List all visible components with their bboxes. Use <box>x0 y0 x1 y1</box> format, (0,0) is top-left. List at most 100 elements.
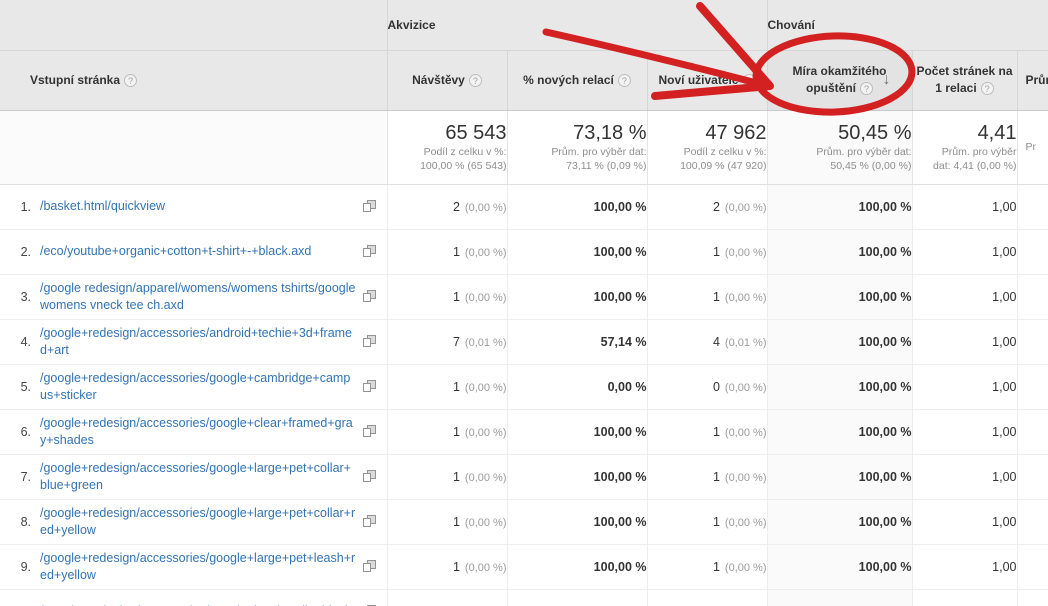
summary-visits-value: 65 543 <box>445 122 507 144</box>
row-bounce-rate-value: 100,00 % <box>858 559 912 574</box>
open-in-new-window-icon[interactable] <box>362 379 379 394</box>
landing-page-link[interactable]: /google+redesign/accessories/android+tec… <box>40 325 357 359</box>
row-new-sessions-pct-value: 100,00 % <box>593 559 647 574</box>
row-pages-per-session-value: 1,00 <box>992 559 1017 574</box>
table-row: 1. /basket.html/quickview 2 (0,00 %) 100,00 … <box>0 184 1048 230</box>
row-new-users-value: 0 <box>712 379 720 394</box>
table-row: 5. /google+redesign/accessories/google+ca… <box>0 364 1048 410</box>
column-header-visits[interactable]: Návštěvy? <box>387 50 508 111</box>
row-new-users-cell: 1 (0,00 %) <box>647 409 768 455</box>
summary-row: 65 543 Podíl z celku v %: 100,00 % (65 5… <box>0 110 1048 185</box>
landing-page-link[interactable]: /basket.html/quickview <box>40 198 357 215</box>
column-header-bounce-rate[interactable]: Míra okamžitého opuštění? ↓ <box>767 50 913 111</box>
help-icon[interactable]: ? <box>980 82 994 96</box>
summary-bounce-rate-sub2: 50,45 % (0,00 %) <box>830 160 912 172</box>
summary-bounce-rate-cell: 50,45 % Prům. pro výběr dat: 50,45 % (0,… <box>767 110 913 185</box>
row-visits-pct: (0,00 %) <box>464 381 507 394</box>
help-icon[interactable]: ? <box>124 73 138 87</box>
landing-page-link[interactable]: /google+redesign/accessories/google+larg… <box>40 550 357 584</box>
landing-page-link[interactable]: /google+redesign/accessories/google+camb… <box>40 370 357 404</box>
row-new-users-value: 2 <box>712 199 720 214</box>
row-new-sessions-pct-value: 100,00 % <box>593 424 647 439</box>
row-new-sessions-pct-cell: 100,00 % <box>507 499 648 545</box>
row-new-sessions-pct-value: 100,00 % <box>593 289 647 304</box>
table-row: 10./google+redesign/accessories/google+l… <box>0 589 1048 606</box>
row-avg-truncated-cell <box>1017 544 1048 590</box>
row-new-users-cell: 1 (0,00 %) <box>647 274 768 320</box>
row-bounce-rate-cell: 100,00 % <box>767 409 913 455</box>
column-header-pages-per-session-label-line2: 1 relaci <box>935 81 977 95</box>
row-pages-per-session-cell: 1,00 <box>912 364 1018 410</box>
open-in-new-window-icon[interactable] <box>362 334 379 349</box>
open-in-new-window-icon[interactable] <box>362 514 379 529</box>
row-index: 6. <box>20 424 31 439</box>
landing-page-link[interactable]: /google+redesign/accessories/google+clea… <box>40 415 357 449</box>
column-header-landing-page-label: Vstupní stránka <box>30 72 121 87</box>
landing-page-link[interactable]: /google+redesign/accessories/google+larg… <box>40 505 357 539</box>
table-row: 6. /google+redesign/accessories/google+cl… <box>0 409 1048 455</box>
row-visits-value: 1 <box>452 559 460 574</box>
row-new-users-pct: (0,00 %) <box>724 471 767 484</box>
row-bounce-rate-cell: 100,00 % <box>767 229 913 275</box>
row-new-users-pct: (0,00 %) <box>724 516 767 529</box>
row-index: 7. <box>20 469 31 484</box>
row-visits-value: 1 <box>452 379 460 394</box>
column-header-avg-truncated[interactable]: Prům. <box>1017 50 1048 111</box>
row-visits-pct: (0,00 %) <box>464 561 507 574</box>
row-new-users-cell: 0 (0,00 %) <box>647 364 768 410</box>
summary-visits-sub1: Podíl z celku v %: <box>423 146 507 158</box>
row-visits-value: 2 <box>452 199 460 214</box>
row-bounce-rate-value: 100,00 % <box>858 379 912 394</box>
row-pages-per-session-cell: 1,00 <box>912 229 1018 275</box>
help-icon[interactable]: ? <box>468 73 482 87</box>
row-new-users-pct: (0,00 %) <box>724 561 767 574</box>
row-new-users-cell: 1 (0,00 %) <box>647 229 768 275</box>
row-avg-truncated-cell <box>1017 409 1048 455</box>
open-in-new-window-icon[interactable] <box>362 244 379 259</box>
row-visits-pct: (0,00 %) <box>464 516 507 529</box>
row-pages-per-session-value: 1,00 <box>992 244 1017 259</box>
help-icon[interactable]: ? <box>617 73 631 87</box>
row-avg-truncated-cell <box>1017 499 1048 545</box>
landing-page-link[interactable]: /eco/youtube+organic+cotton+t-shirt+-+bl… <box>40 243 357 260</box>
summary-new-sessions-pct-sub1: Prům. pro výběr dat: <box>551 146 647 158</box>
row-new-sessions-pct-cell: 100,00 % <box>507 184 648 230</box>
row-new-users-pct: (0,00 %) <box>724 201 767 214</box>
open-in-new-window-icon[interactable] <box>362 469 379 484</box>
row-bounce-rate-value: 100,00 % <box>858 289 912 304</box>
row-landing-page-cell: 6. /google+redesign/accessories/google+cl… <box>0 409 388 455</box>
row-pages-per-session-value: 1,00 <box>992 424 1017 439</box>
row-bounce-rate-value: 100,00 % <box>858 199 912 214</box>
row-new-sessions-pct-cell: 100,00 % <box>507 409 648 455</box>
landing-page-link[interactable]: /google redesign/apparel/womens/womens t… <box>40 280 357 314</box>
column-header-new-sessions-pct-label: % nových relací <box>523 72 614 87</box>
row-bounce-rate-cell: 100,00 % <box>767 499 913 545</box>
summary-pages-per-session-value: 4,41 <box>977 122 1017 144</box>
column-header-new-users[interactable]: Noví uživatelé? <box>647 50 768 111</box>
summary-new-sessions-pct-value: 73,18 % <box>573 122 647 144</box>
open-in-new-window-icon[interactable] <box>362 559 379 574</box>
help-icon[interactable]: ? <box>860 82 873 96</box>
row-visits-cell: 1 (0,00 %) <box>387 544 508 590</box>
table-body: 65 543 Podíl z celku v %: 100,00 % (65 5… <box>0 110 1048 185</box>
row-index: 3. <box>20 289 31 304</box>
column-header-landing-page[interactable]: Vstupní stránka? <box>0 50 388 111</box>
row-bounce-rate-value: 100,00 % <box>858 244 912 259</box>
row-pages-per-session-cell: 1,00 <box>912 274 1018 320</box>
column-header-pages-per-session[interactable]: Počet stránek na 1 relaci? <box>912 50 1018 111</box>
sort-descending-icon[interactable]: ↓ <box>880 71 894 89</box>
column-header-new-sessions-pct[interactable]: % nových relací? <box>507 50 648 111</box>
row-bounce-rate-cell: 100,00 % <box>767 589 913 606</box>
row-landing-page-cell: 5. /google+redesign/accessories/google+ca… <box>0 364 388 410</box>
help-icon[interactable]: ? <box>742 73 756 87</box>
open-in-new-window-icon[interactable] <box>362 289 379 304</box>
row-index: 8. <box>20 514 31 529</box>
landing-page-link[interactable]: /google+redesign/accessories/google+larg… <box>40 460 357 494</box>
row-index: 4. <box>20 334 31 349</box>
open-in-new-window-icon[interactable] <box>362 199 379 214</box>
open-in-new-window-icon[interactable] <box>362 424 379 439</box>
row-landing-page-cell: 10./google+redesign/accessories/google+l… <box>0 589 388 606</box>
row-landing-page-cell: 2. /eco/youtube+organic+cotton+t-shirt+-+… <box>0 229 388 275</box>
row-new-sessions-pct-value: 100,00 % <box>593 469 647 484</box>
row-pages-per-session-cell: 1,00 <box>912 184 1018 230</box>
